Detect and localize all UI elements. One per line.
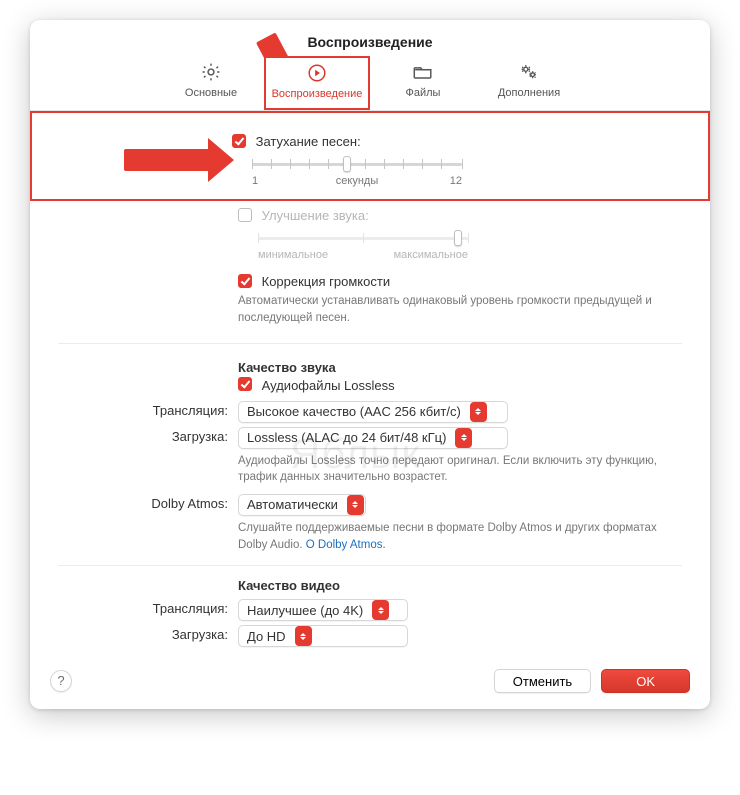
enhancer-low: минимальное — [258, 249, 328, 261]
soundcheck-checkbox[interactable] — [238, 274, 252, 288]
tab-playback[interactable]: Воспроизведение — [264, 56, 370, 110]
divider — [58, 343, 682, 344]
dolby-link[interactable]: О Dolby Atmos. — [306, 539, 386, 551]
lossless-checkbox[interactable] — [238, 377, 252, 391]
gear-icon — [200, 61, 222, 83]
dolby-select[interactable]: Автоматически — [238, 494, 366, 516]
dolby-help: Слушайте поддерживаемые песни в формате … — [238, 516, 658, 557]
video-download-label: Загрузка: — [58, 625, 238, 642]
download-select[interactable]: Lossless (ALAC до 24 бит/48 кГц) — [238, 427, 508, 449]
gears-icon — [518, 61, 540, 83]
video-streaming-label: Трансляция: — [58, 599, 238, 616]
tab-advanced[interactable]: Дополнения — [476, 56, 582, 110]
download-label: Загрузка: — [58, 427, 238, 444]
content-body: Затухание песен: 1 секунды 12 — [30, 111, 710, 655]
crossfade-label: Затухание песен: — [256, 134, 361, 149]
crossfade-checkbox[interactable] — [232, 134, 246, 148]
chevron-updown-icon — [347, 495, 364, 515]
folder-icon — [412, 61, 434, 83]
crossfade-min: 1 — [252, 175, 322, 187]
crossfade-max: 12 — [392, 175, 462, 187]
soundcheck-label: Коррекция громкости — [262, 274, 390, 289]
enhancer-checkbox[interactable] — [238, 208, 252, 222]
window-title: Воспроизведение — [30, 20, 710, 56]
chevron-updown-icon — [372, 600, 389, 620]
crossfade-unit: секунды — [322, 175, 392, 187]
divider — [58, 565, 682, 566]
video-streaming-select[interactable]: Наилучшее (до 4K) — [238, 599, 408, 621]
tab-general[interactable]: Основные — [158, 56, 264, 110]
section-crossfade: Затухание песен: 1 секунды 12 — [30, 111, 710, 201]
lossless-label: Аудиофайлы Lossless — [262, 378, 395, 393]
enhancer-high: максимальное — [394, 249, 468, 261]
ok-button[interactable]: OK — [601, 669, 690, 693]
preferences-window: Воспроизведение Основные Воспроизведение… — [30, 20, 710, 709]
chevron-updown-icon — [455, 428, 472, 448]
lossless-help: Аудиофайлы Lossless точно передают ориги… — [238, 449, 658, 490]
video-download-select[interactable]: До HD — [238, 625, 408, 647]
video-quality-heading: Качество видео — [238, 574, 682, 595]
chevron-updown-icon — [295, 626, 312, 646]
tab-files[interactable]: Файлы — [370, 56, 476, 110]
streaming-select[interactable]: Высокое качество (AAC 256 кбит/с) — [238, 401, 508, 423]
toolbar-tabs: Основные Воспроизведение Файлы Дополнени… — [30, 56, 710, 111]
play-circle-icon — [306, 62, 328, 84]
cancel-button[interactable]: Отменить — [494, 669, 591, 693]
footer: ? Отменить OK — [30, 655, 710, 693]
enhancer-label: Улучшение звука: — [262, 208, 369, 223]
enhancer-slider — [258, 229, 468, 247]
chevron-updown-icon — [470, 402, 487, 422]
crossfade-slider[interactable] — [252, 155, 462, 173]
soundcheck-help: Автоматически устанавливать одинаковый у… — [238, 289, 658, 330]
audio-quality-heading: Качество звука — [238, 356, 682, 377]
streaming-label: Трансляция: — [58, 401, 238, 418]
help-button[interactable]: ? — [50, 670, 72, 692]
dolby-label: Dolby Atmos: — [58, 494, 238, 511]
